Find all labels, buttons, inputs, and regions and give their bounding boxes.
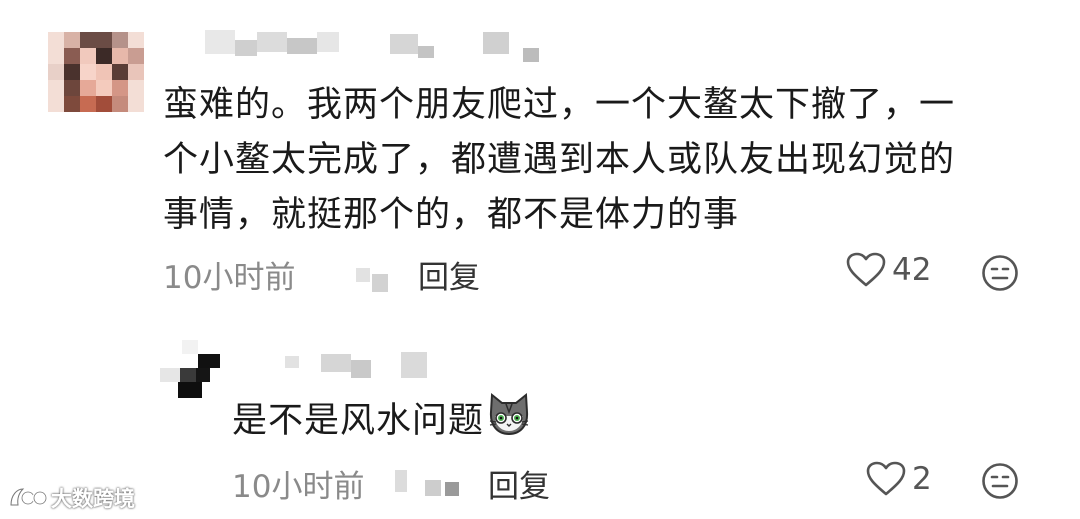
- like-button[interactable]: 42: [846, 252, 931, 288]
- comment-thread: 蛮难的。我两个朋友爬过，一个大鳌太下撤了，一 个小鳌太完成了，都遭遇到本人或队友…: [0, 0, 1080, 519]
- emoji-menu-icon[interactable]: [981, 462, 1019, 504]
- watermark: 大数跨境: [8, 483, 135, 513]
- location-redacted: [395, 464, 465, 498]
- like-count: 2: [912, 461, 932, 497]
- username-redacted[interactable]: [285, 350, 435, 382]
- emoji-menu-icon[interactable]: [981, 254, 1019, 296]
- comment-text: 蛮难的。我两个朋友爬过，一个大鳌太下撤了，一 个小鳌太完成了，都遭遇到本人或队友…: [163, 78, 1043, 243]
- reply-button[interactable]: 回复: [488, 461, 550, 506]
- timestamp: 10小时前: [232, 469, 365, 505]
- cat-face-emoji: [486, 392, 532, 450]
- like-button[interactable]: 2: [866, 461, 932, 497]
- comment-line: 个小鳌太完成了，都遭遇到本人或队友出现幻觉的: [163, 140, 956, 180]
- watermark-text: 大数跨境: [51, 487, 135, 511]
- watermark-logo-icon: [10, 488, 48, 506]
- comment-meta: 10小时前: [232, 461, 364, 506]
- timestamp: 10小时前: [163, 260, 296, 296]
- heart-outline-icon: [846, 252, 886, 287]
- comment-line: 事情，就挺那个的，都不是体力的事: [163, 195, 740, 235]
- comment-text: 是不是风水问题: [232, 392, 532, 450]
- heart-outline-icon: [866, 461, 906, 496]
- avatar[interactable]: [48, 32, 144, 112]
- username-redacted[interactable]: [205, 30, 550, 66]
- reply-button[interactable]: 回复: [418, 252, 480, 297]
- comment-text-content: 是不是风水问题: [232, 401, 485, 441]
- like-count: 42: [892, 252, 932, 288]
- location-redacted: [356, 262, 406, 298]
- comment-meta: 10小时前: [163, 252, 295, 297]
- avatar[interactable]: [160, 340, 224, 400]
- comment-line: 蛮难的。我两个朋友爬过，一个大鳌太下撤了，一: [163, 85, 956, 125]
